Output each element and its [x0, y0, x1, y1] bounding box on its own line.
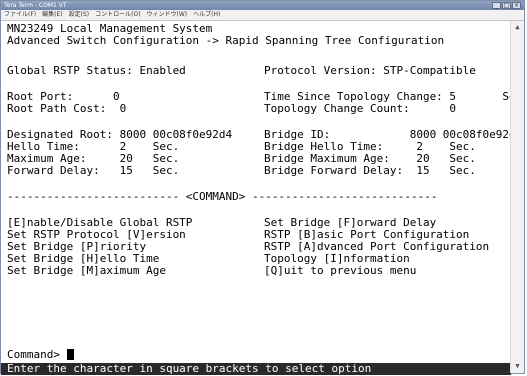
- maximize-button[interactable]: □: [502, 2, 511, 9]
- command-set-maximum-age[interactable]: Set Bridge [M]aximum Age: [7, 265, 166, 277]
- global-rstp-status: Global RSTP Status: Enabled: [7, 64, 186, 77]
- forward-delay: Forward Delay: 15 Sec.: [7, 164, 180, 177]
- window-title: Tera Term - COM1 VT: [4, 2, 67, 9]
- breadcrumb-path: Advanced Switch Configuration -> Rapid S…: [7, 34, 445, 47]
- prompt-label: Command>: [7, 348, 67, 361]
- window-controls: _ □ ×: [492, 2, 521, 9]
- command-prompt[interactable]: Command>: [7, 349, 74, 361]
- scroll-down-icon[interactable]: ▼: [513, 362, 522, 371]
- text-cursor: [66, 349, 74, 360]
- title-bar: Tera Term - COM1 VT _ □ ×: [1, 1, 524, 10]
- scroll-up-icon[interactable]: ▲: [513, 23, 522, 32]
- terminal-screen[interactable]: MN23249 Local Management System Advanced…: [1, 21, 511, 373]
- menu-help[interactable]: ヘルプ(H): [193, 10, 220, 20]
- menu-bar: ファイル(F) 編集(E) 設定(S) コントロール(O) ウィンドウ(W) ヘ…: [1, 10, 524, 21]
- close-button[interactable]: ×: [512, 2, 521, 9]
- menu-window[interactable]: ウィンドウ(W): [147, 10, 188, 20]
- root-path-cost: Root Path Cost: 0: [7, 102, 127, 115]
- menu-edit[interactable]: 編集(E): [42, 10, 62, 20]
- menu-settings[interactable]: 設定(S): [69, 10, 90, 20]
- menu-control[interactable]: コントロール(O): [95, 10, 140, 20]
- command-quit[interactable]: [Q]uit to previous menu: [264, 265, 416, 277]
- command-divider: -------------------------- <COMMAND> ---…: [7, 190, 438, 203]
- menu-file[interactable]: ファイル(F): [4, 10, 36, 20]
- vertical-scrollbar[interactable]: ▲ ▼: [510, 21, 524, 373]
- terminal-window: Tera Term - COM1 VT _ □ × ファイル(F) 編集(E) …: [0, 0, 525, 375]
- bridge-forward-delay: Bridge Forward Delay: 15 Sec.: [264, 164, 476, 177]
- minimize-button[interactable]: _: [492, 2, 501, 9]
- protocol-version: Protocol Version: STP-Compatible: [264, 64, 476, 77]
- topology-change-count: Topology Change Count: 0: [264, 102, 457, 115]
- status-bar: Enter the character in square brackets t…: [1, 363, 511, 375]
